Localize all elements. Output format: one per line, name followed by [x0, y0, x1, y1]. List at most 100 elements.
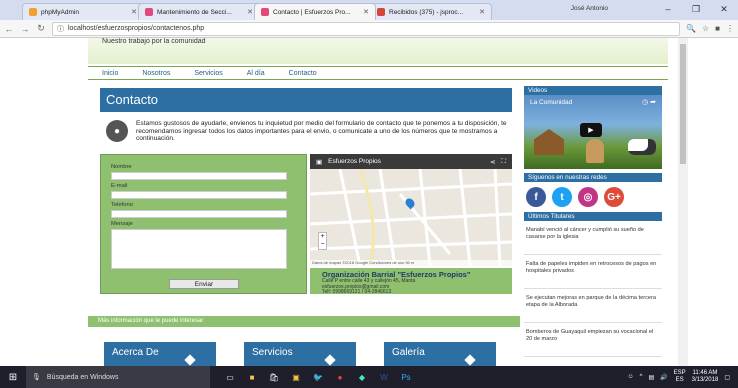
- network-icon[interactable]: ▤: [648, 374, 654, 381]
- menu-icon[interactable]: ⋮: [726, 24, 734, 33]
- search-icon[interactable]: 🔍: [686, 24, 696, 33]
- chrome-icon[interactable]: ●: [334, 371, 346, 383]
- window-controls: – ❐ ✕: [654, 0, 738, 18]
- phone-label: Telefono: [111, 202, 133, 208]
- phone-field[interactable]: [111, 210, 287, 218]
- map-streets: [310, 154, 512, 266]
- contact-intro: ● Estamos gustosos de ayudarle, envienos…: [100, 120, 512, 148]
- taskbar-search-input[interactable]: 🎙 Búsqueda en Windows: [26, 366, 210, 388]
- news-item[interactable]: Manabí venció al cáncer y cumplió su sue…: [524, 221, 662, 255]
- back-icon[interactable]: ←: [4, 24, 14, 34]
- windows-start-icon[interactable]: ⊞: [0, 366, 26, 388]
- star-icon[interactable]: ☆: [702, 24, 709, 33]
- close-icon[interactable]: ✕: [131, 8, 137, 16]
- social-links: f t ◎ G+: [524, 182, 662, 212]
- taskbar-apps: ▭ ■ 🛍 ▣ 🐦 ● ◆ W Ps: [210, 371, 412, 383]
- video-options-icon[interactable]: ◷ ➦: [642, 98, 656, 106]
- notifications-icon[interactable]: ▢: [724, 374, 730, 381]
- url-input[interactable]: ⓘ localhost/esfuerzospropios/contactenos.…: [52, 21, 681, 36]
- nav-al-dia[interactable]: Al día: [247, 70, 265, 77]
- language-indicator[interactable]: ESP ES: [674, 370, 686, 384]
- twitter-icon[interactable]: t: [552, 187, 572, 207]
- submit-button[interactable]: Enviar: [169, 279, 239, 289]
- people-icon[interactable]: ☺: [627, 374, 633, 380]
- gmail-icon: [377, 8, 385, 16]
- info-icon: ⓘ: [57, 25, 64, 33]
- user-icon: ●: [106, 120, 128, 142]
- card-label: Servicios: [252, 347, 293, 358]
- message-field[interactable]: [111, 229, 287, 269]
- fullscreen-icon[interactable]: ⛶: [501, 158, 506, 166]
- phpmyadmin-icon: [29, 8, 37, 16]
- video-player[interactable]: La Comunidad ◷ ➦ ▶: [524, 95, 662, 169]
- page-scrollbar[interactable]: [678, 38, 688, 366]
- minimize-icon[interactable]: –: [654, 0, 682, 18]
- folder-icon[interactable]: ▣: [290, 371, 302, 383]
- nav-servicios[interactable]: Servicios: [194, 70, 222, 77]
- system-tray: ☺ ^ ▤ 🔊 ESP ES 11:46 AM 3/13/2018 ▢: [627, 370, 738, 384]
- chevron-up-icon[interactable]: ^: [640, 374, 643, 380]
- card-galeria[interactable]: Galería: [384, 342, 496, 366]
- org-info: Organización Barrial "Esfuerzos Propios"…: [310, 268, 512, 295]
- play-icon[interactable]: ▶: [580, 123, 602, 137]
- name-field[interactable]: [111, 172, 287, 180]
- tab-mantenimiento[interactable]: Mantenimiento de Secci... ✕: [138, 3, 260, 20]
- zoom-out-icon[interactable]: −: [319, 241, 326, 249]
- email-field[interactable]: [111, 191, 287, 199]
- region-text: ES: [675, 377, 684, 383]
- share-icon[interactable]: ⋖: [490, 158, 495, 166]
- diamond-icon: [464, 354, 476, 366]
- word-icon[interactable]: W: [378, 371, 390, 383]
- scrollbar-thumb[interactable]: [680, 44, 686, 164]
- news-item[interactable]: Se ejecutan mejoras en parque de la déci…: [524, 289, 662, 323]
- nav-nosotros[interactable]: Nosotros: [142, 70, 170, 77]
- tab-label: Contacto | Esfuerzos Pro...: [273, 8, 351, 16]
- org-phone: Telf: 0998669121 / 04-2846613: [322, 289, 392, 295]
- address-bar: ← → ↻ ⓘ localhost/esfuerzospropios/contac…: [0, 20, 738, 38]
- close-window-icon[interactable]: ✕: [710, 0, 738, 18]
- maximize-icon[interactable]: ❐: [682, 0, 710, 18]
- tab-label: Mantenimiento de Secci...: [157, 8, 232, 16]
- close-icon[interactable]: ✕: [247, 8, 253, 16]
- twitter-app-icon[interactable]: 🐦: [312, 371, 324, 383]
- map-title: Esfuerzos Propios: [328, 158, 381, 165]
- forward-icon[interactable]: →: [20, 24, 30, 34]
- video-title: La Comunidad: [530, 99, 573, 106]
- photoshop-icon[interactable]: Ps: [400, 371, 412, 383]
- nav-inicio[interactable]: Inicio: [102, 70, 118, 77]
- mic-icon: 🎙: [32, 374, 41, 381]
- search-placeholder: Búsqueda en Windows: [46, 373, 119, 381]
- news-heading: Últimos Titulares: [524, 212, 662, 221]
- zoom-in-icon[interactable]: +: [319, 233, 326, 241]
- diamond-icon: [324, 354, 336, 366]
- social-heading: Síguenos en nuestras redes: [524, 173, 662, 182]
- sidebar: Videos La Comunidad ◷ ➦ ▶ Síguenos en nu…: [524, 86, 662, 357]
- app-icon[interactable]: ◆: [356, 371, 368, 383]
- close-icon[interactable]: ✕: [479, 8, 485, 16]
- task-view-icon[interactable]: ▭: [224, 371, 236, 383]
- news-item[interactable]: Falta de papeles impiden en retrocesos d…: [524, 255, 662, 289]
- name-label: Nombre: [111, 164, 132, 170]
- card-acerca-de[interactable]: Acerca De: [104, 342, 216, 366]
- clock[interactable]: 11:46 AM 3/13/2018: [692, 370, 719, 384]
- profile-name[interactable]: José Antonio: [571, 5, 608, 12]
- close-icon[interactable]: ✕: [363, 8, 369, 16]
- file-explorer-icon[interactable]: ■: [246, 371, 258, 383]
- email-label: E-mail: [111, 183, 128, 189]
- card-servicios[interactable]: Servicios: [244, 342, 356, 366]
- card-label: Acerca De: [112, 347, 159, 358]
- instagram-icon[interactable]: ◎: [578, 187, 598, 207]
- tab-gmail[interactable]: Recibidos (375) - jsproc... ✕: [370, 3, 492, 20]
- store-icon[interactable]: 🛍: [268, 371, 280, 383]
- tab-contacto[interactable]: Contacto | Esfuerzos Pro... ✕: [254, 3, 376, 20]
- embedded-map[interactable]: ▣ Esfuerzos Propios ⋖ ⛶ + − Datos de mapa…: [310, 154, 512, 266]
- browser-tab-strip: phpMyAdmin ✕ Mantenimiento de Secci... ✕ C…: [0, 0, 738, 20]
- facebook-icon[interactable]: f: [526, 187, 546, 207]
- google-plus-icon[interactable]: G+: [604, 187, 624, 207]
- volume-icon[interactable]: 🔊: [660, 374, 667, 381]
- extension-icon[interactable]: ■: [715, 24, 720, 33]
- news-item[interactable]: Bomberos de Guayaquil empiezan su vocaci…: [524, 323, 662, 357]
- nav-contacto[interactable]: Contacto: [289, 70, 317, 77]
- tab-phpmyadmin[interactable]: phpMyAdmin ✕: [22, 3, 144, 20]
- reload-icon[interactable]: ↻: [36, 23, 46, 34]
